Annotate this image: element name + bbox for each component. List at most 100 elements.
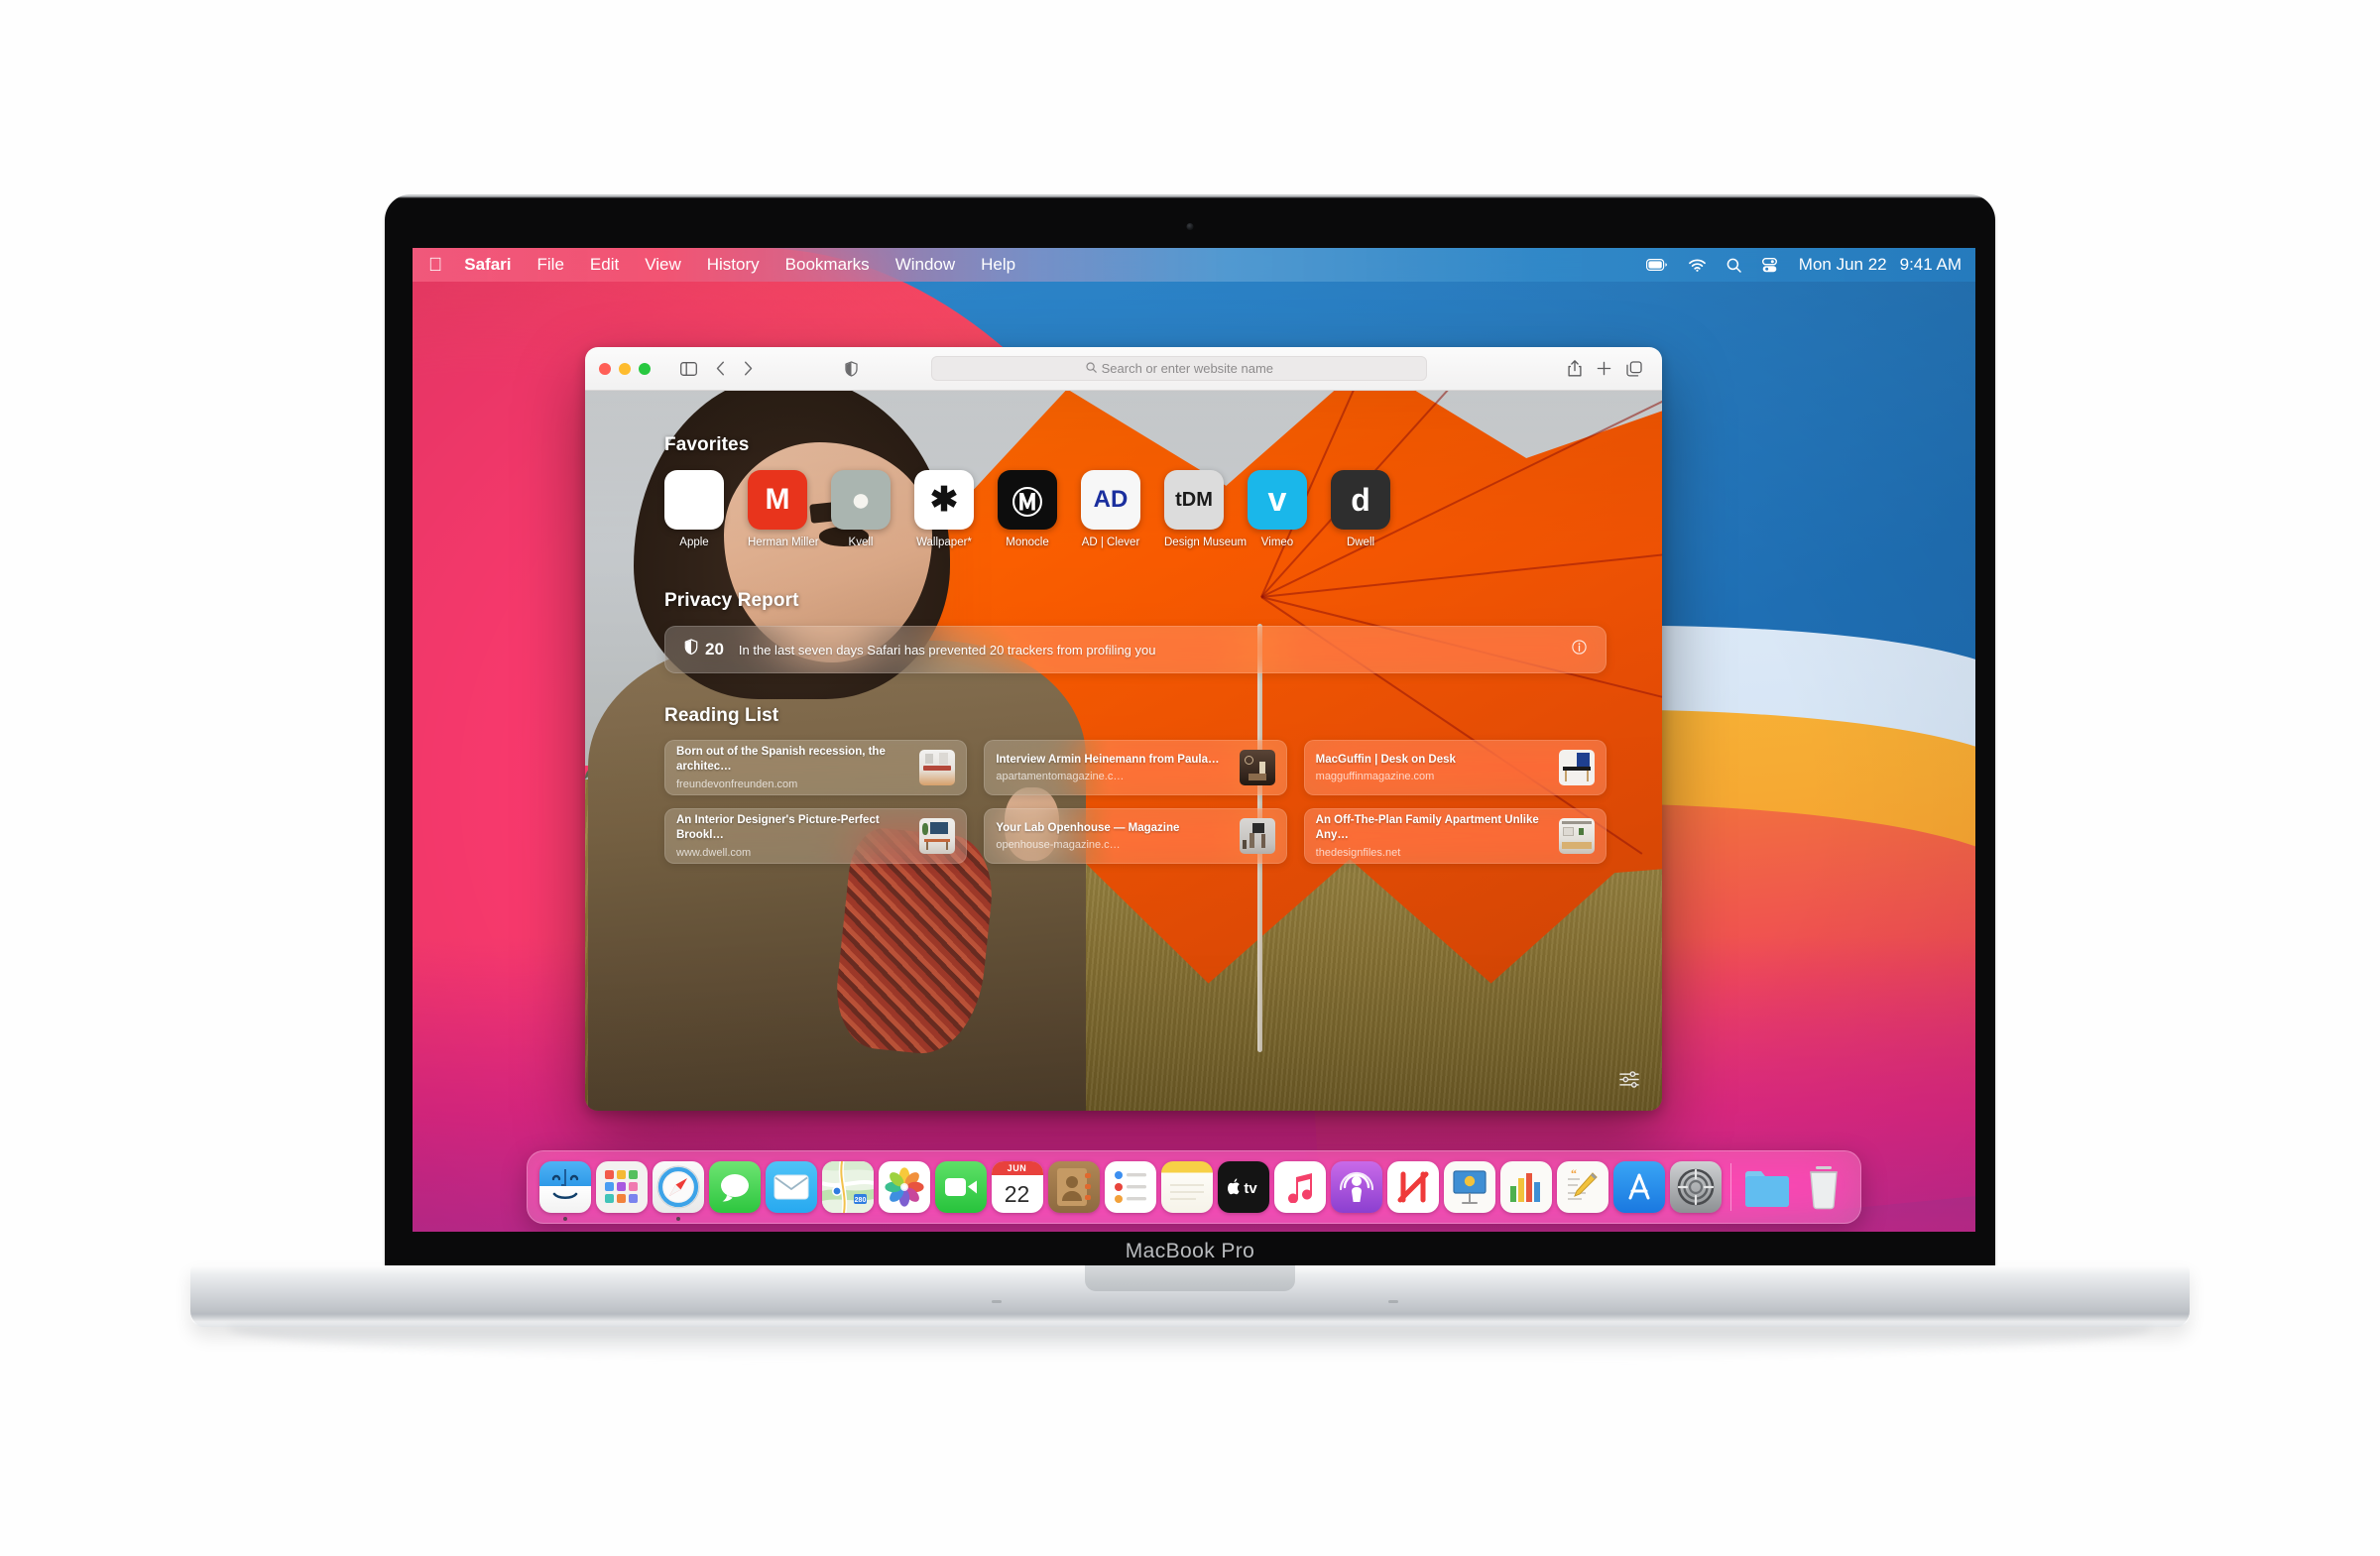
laptop-base-reflection (228, 1327, 2152, 1361)
minimize-button[interactable] (619, 362, 631, 375)
plus-icon[interactable] (1591, 355, 1618, 383)
privacy-shield-icon[interactable] (837, 355, 865, 383)
favorite-wallpaper[interactable]: ✱ Wallpaper* (914, 470, 974, 548)
battery-icon[interactable] (1645, 259, 1668, 271)
reading-list-heading: Reading List (664, 705, 779, 726)
menu-item-safari[interactable]: Safari (464, 255, 511, 275)
reading-list-item[interactable]: Born out of the Spanish recession, the a… (664, 740, 968, 795)
address-bar-search-icon (1086, 361, 1097, 376)
apple-logo-icon[interactable]:  (428, 256, 442, 275)
forward-chevron-icon[interactable] (734, 355, 762, 383)
zoom-button[interactable] (639, 362, 651, 375)
dock-item-maps[interactable]: 280 (819, 1161, 876, 1213)
dock-item-pages[interactable]: “ (1554, 1161, 1610, 1213)
menu-item-file[interactable]: File (537, 255, 564, 275)
menu-bar-time: 9:41 AM (1899, 255, 1962, 274)
privacy-count-value: 20 (705, 640, 724, 658)
dock-separator (1730, 1163, 1731, 1211)
dock-item-music[interactable] (1271, 1161, 1328, 1213)
dock-item-notes[interactable] (1158, 1161, 1215, 1213)
dock-item-trash[interactable] (1795, 1161, 1851, 1213)
menu-item-bookmarks[interactable]: Bookmarks (785, 255, 870, 275)
dock-item-appletv[interactable]: tv (1215, 1161, 1271, 1213)
reading-list-item[interactable]: Your Lab Openhouse — Magazine openhouse-… (984, 808, 1287, 864)
reading-list-item[interactable]: Interview Armin Heinemann from Paula… ap… (984, 740, 1287, 795)
dock-item-podcasts[interactable] (1328, 1161, 1384, 1213)
reading-list-thumbnail (1239, 750, 1275, 785)
reading-list-thumbnail (1559, 750, 1595, 785)
address-bar[interactable]: Search or enter website name (931, 356, 1428, 381)
dock-running-indicator (675, 1217, 680, 1221)
menu-bar:  Safari File Edit View History Bookmark… (413, 248, 1975, 282)
dock-item-safari[interactable] (650, 1161, 706, 1221)
favorite-vimeo[interactable]: v Vimeo (1248, 470, 1307, 548)
favorite-label: AD | Clever (1081, 537, 1140, 548)
menu-item-window[interactable]: Window (895, 255, 955, 275)
menu-item-edit[interactable]: Edit (590, 255, 619, 275)
reading-list-title: Your Lab Openhouse — Magazine (996, 821, 1180, 834)
tab-overview-icon[interactable] (1620, 355, 1648, 383)
screenshot-stage: MacBook Pro  Safa (0, 0, 2380, 1556)
dock-item-system-preferences[interactable] (1667, 1161, 1724, 1213)
dock-item-facetime[interactable] (932, 1161, 989, 1213)
menu-item-help[interactable]: Help (981, 255, 1015, 275)
dock-item-messages[interactable] (706, 1161, 763, 1213)
device-model-label: MacBook Pro (1125, 1240, 1255, 1262)
reading-list-text: Interview Armin Heinemann from Paula… ap… (996, 753, 1230, 783)
share-icon[interactable] (1561, 355, 1589, 383)
safari-start-page: Favorites Apple M Herman Miller ● Kvell … (585, 391, 1662, 1111)
calendar-month: JUN (991, 1161, 1043, 1175)
dock-item-keynote[interactable] (1441, 1161, 1497, 1213)
nav-buttons (706, 355, 762, 383)
info-circle-icon[interactable] (1572, 640, 1587, 659)
dock-item-news[interactable] (1384, 1161, 1441, 1213)
favorite-monocle[interactable]: Ⓜ Monocle (998, 470, 1057, 548)
dock-item-launchpad[interactable] (593, 1161, 650, 1213)
search-icon[interactable] (1726, 258, 1741, 273)
favorite-tile-icon: ✱ (914, 470, 974, 530)
favorite-dwell[interactable]: d Dwell (1331, 470, 1390, 548)
dock-item-downloads-folder[interactable] (1738, 1161, 1795, 1213)
dock-item-appstore[interactable] (1610, 1161, 1667, 1213)
control-center-icon[interactable] (1761, 257, 1777, 273)
reading-list-thumbnail (1239, 818, 1275, 854)
favorite-herman-miller[interactable]: M Herman Miller (748, 470, 819, 548)
close-button[interactable] (599, 362, 611, 375)
menu-item-view[interactable]: View (645, 255, 681, 275)
favorite-label: Dwell (1346, 537, 1375, 548)
favorite-tile-icon: Ⓜ (998, 470, 1057, 530)
favorite-tile-icon: v (1248, 470, 1307, 530)
privacy-report-card[interactable]: 20 In the last seven days Safari has pre… (664, 626, 1606, 673)
reading-list-grid: Born out of the Spanish recession, the a… (664, 740, 1606, 864)
favorite-kvell[interactable]: ● Kvell (831, 470, 891, 548)
favorite-tile-icon: d (1331, 470, 1390, 530)
sliders-icon[interactable] (1619, 1071, 1640, 1093)
dock-item-contacts[interactable] (1045, 1161, 1102, 1213)
reading-list-thumbnail (1559, 818, 1595, 854)
svg-text:“: “ (1571, 1169, 1577, 1180)
wifi-icon[interactable] (1688, 259, 1706, 272)
reading-list-text: An Interior Designer's Picture-Perfect B… (676, 813, 910, 858)
window-traffic-lights (599, 362, 651, 375)
favorite-tile-icon (664, 470, 724, 530)
dock-item-mail[interactable] (763, 1161, 819, 1213)
reading-list-item[interactable]: MacGuffin | Desk on Desk magguffinmagazi… (1303, 740, 1606, 795)
dock-item-calendar[interactable]: JUN 22 (989, 1161, 1045, 1213)
reading-list-item[interactable]: An Interior Designer's Picture-Perfect B… (664, 808, 968, 864)
favorite-label: Wallpaper* (916, 537, 972, 548)
dock-item-reminders[interactable] (1102, 1161, 1158, 1213)
dock-item-finder[interactable] (536, 1161, 593, 1221)
menu-item-history[interactable]: History (707, 255, 760, 275)
menu-bar-clock[interactable]: Mon Jun 22 9:41 AM (1799, 255, 1962, 275)
calendar-day: 22 (1004, 1180, 1030, 1207)
back-chevron-icon[interactable] (706, 355, 734, 383)
dock-item-numbers[interactable] (1497, 1161, 1554, 1213)
sidebar-toggle-icon[interactable] (674, 355, 702, 383)
favorite-design-museum[interactable]: tDM Design Museum (1164, 470, 1247, 548)
dock-item-photos[interactable] (876, 1161, 932, 1213)
reading-list-item[interactable]: An Off-The-Plan Family Apartment Unlike … (1303, 808, 1606, 864)
favorite-tile-icon: M (748, 470, 807, 530)
favorite-ad-clever[interactable]: AD AD | Clever (1081, 470, 1140, 548)
favorite-apple[interactable]: Apple (664, 470, 724, 548)
laptop-foot (1388, 1300, 1398, 1303)
